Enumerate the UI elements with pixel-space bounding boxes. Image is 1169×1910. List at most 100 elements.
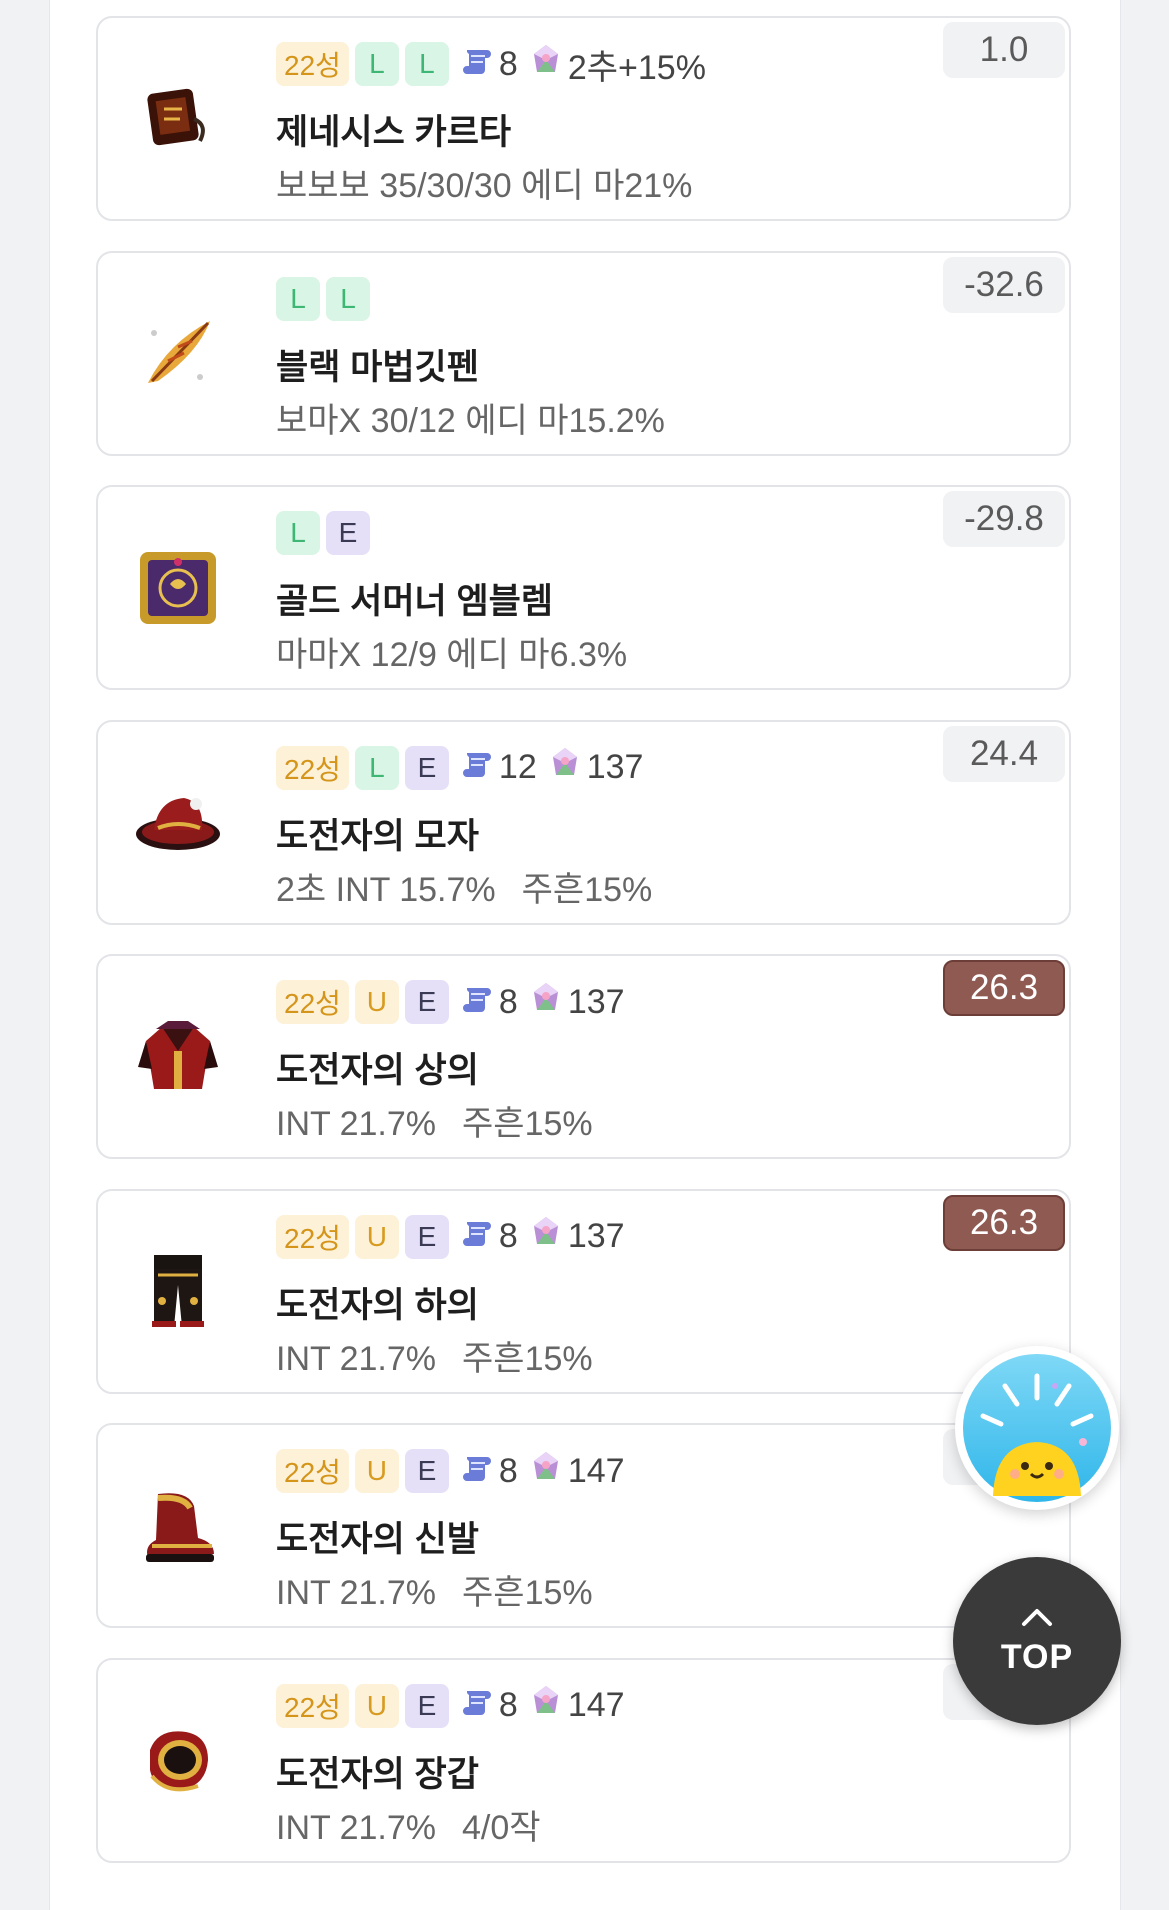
- additional-potential-grade-badge: E: [404, 980, 449, 1024]
- scroll-icon: [459, 1214, 495, 1259]
- scroll-upgrade-count: 8: [459, 1214, 518, 1259]
- equipment-card[interactable]: L E 골드 서머너 엠블렘마마X 12/9 에디 마6.3% -29.8: [96, 485, 1071, 690]
- equipment-card[interactable]: 22성 L L 8 2추+15% 제네시스 카르타 보보보 35/30/30 에디 마21%…: [96, 16, 1071, 221]
- item-name: 골드 서머너 엠블렘: [276, 582, 554, 621]
- item-name: 도전자의 신발: [276, 1520, 479, 1559]
- score-badge: 24.4: [943, 725, 1065, 782]
- score-badge: -32.6: [943, 256, 1065, 313]
- scroll-upgrade-count: 8: [459, 1683, 518, 1728]
- option-text: INT 21.7%: [276, 1339, 437, 1378]
- equipment-card[interactable]: L L 블랙 마법깃펜 보마X 30/12 에디 마15.2% -32.6: [96, 250, 1071, 456]
- scroll-upgrade-count: 8: [459, 980, 518, 1025]
- item-name: 도전자의 모자: [276, 816, 479, 856]
- scroll-icon: [459, 1683, 495, 1728]
- sun-character-icon: [963, 1354, 1111, 1502]
- scroll-icon: [459, 980, 495, 1025]
- top-label: TOP: [1000, 1637, 1074, 1676]
- option-text: 4/0작: [462, 1808, 541, 1847]
- scroll-count-text: 8: [498, 1686, 518, 1724]
- potential-grade-badge: U: [354, 980, 399, 1024]
- item-tags: 22성 U E 8 137: [276, 980, 625, 1024]
- item-tags: LE: [276, 511, 370, 555]
- item-option-summary: 보마X 30/12 에디 마15.2%: [276, 393, 665, 442]
- additional-option-value: 147: [528, 1449, 625, 1494]
- hat-icon: [128, 772, 228, 872]
- starforce-badge: 22성: [276, 1214, 349, 1259]
- equipment-card[interactable]: 22성 U E 8 147 도전자의 장갑 INT 21.7% 4/0작: [96, 1657, 1071, 1863]
- flame-gem-icon: [528, 1214, 564, 1259]
- scroll-count-text: 12: [498, 748, 537, 786]
- potential-grade-badge: L: [276, 511, 320, 555]
- flame-gem-icon: [528, 1683, 564, 1728]
- option-text: 주흔15%: [462, 1105, 593, 1143]
- starforce-badge: 22성: [276, 1449, 349, 1493]
- equipment-card[interactable]: 22성 U E 8 137 도전자의 상의 INT 21.7% 주흔15% 26.3: [96, 954, 1071, 1159]
- flame-value-text: 137: [567, 1217, 625, 1255]
- item-option-summary: INT 21.7% 주흔15%: [276, 1565, 593, 1614]
- additional-option-value: 147: [528, 1683, 625, 1728]
- scroll-icon: [459, 745, 495, 790]
- item-tags: 22성 L L 8 2추+15%: [276, 40, 706, 89]
- potential-grade-badge: U: [354, 1214, 399, 1259]
- additional-potential-grade-badge: L: [326, 276, 370, 321]
- option-text: 보보보 35/30/30 에디 마21%: [276, 167, 693, 205]
- item-option-summary: 마마X 12/9 에디 마6.3%: [276, 627, 627, 676]
- option-text: 마마X 12/9 에디 마6.3%: [276, 636, 628, 674]
- option-text: 주흔15%: [462, 1339, 593, 1378]
- item-option-summary: INT 21.7% 주흔15%: [276, 1331, 593, 1380]
- scroll-icon: [459, 42, 495, 87]
- genesis-karta-icon: [128, 69, 228, 169]
- scroll-upgrade-count: 12: [459, 745, 537, 790]
- additional-potential-grade-badge: E: [404, 745, 449, 790]
- item-option-summary: 보보보 35/30/30 에디 마21%: [276, 158, 692, 207]
- flame-value-text: 147: [567, 1451, 625, 1490]
- score-badge: 26.3: [943, 960, 1065, 1016]
- option-text: INT 21.7%: [276, 1105, 437, 1143]
- equipment-card[interactable]: 22성 L E 12 137 도전자의 모자 2초 INT 15.7% 주흔15% 24.4: [96, 719, 1071, 925]
- emblem-icon: [128, 538, 228, 638]
- additional-option-value: 137: [528, 980, 625, 1025]
- starforce-badge: 22성: [276, 980, 349, 1024]
- flame-value-text: 137: [567, 982, 625, 1021]
- additional-option-value: 2추+15%: [528, 40, 706, 89]
- magic-quill-icon: [128, 303, 228, 403]
- item-tags: 22성 U E 8 147: [276, 1683, 625, 1728]
- shoes-icon: [128, 1476, 228, 1576]
- item-tags: 22성 U E 8 137: [276, 1214, 625, 1259]
- additional-option-value: 137: [547, 745, 643, 790]
- scroll-top-button[interactable]: TOP: [953, 1557, 1121, 1725]
- chevron-up-icon: [1022, 1608, 1052, 1626]
- option-text: 2초 INT 15.7%: [276, 870, 496, 909]
- item-name: 제네시스 카르타: [276, 113, 512, 152]
- score-badge: 1.0: [943, 22, 1065, 78]
- additional-potential-grade-badge: L: [404, 42, 449, 86]
- event-floating-button[interactable]: [955, 1346, 1119, 1510]
- potential-grade-badge: L: [354, 745, 399, 790]
- flame-gem-icon: [528, 42, 564, 87]
- top-armor-icon: [128, 1007, 228, 1107]
- potential-grade-badge: L: [276, 276, 320, 321]
- flame-value-text: 147: [567, 1686, 625, 1724]
- scroll-count-text: 8: [498, 1217, 518, 1255]
- score-badge: -29.8: [943, 491, 1065, 547]
- starforce-badge: 22성: [276, 745, 349, 790]
- score-badge: 26.3: [943, 1194, 1065, 1251]
- equipment-card[interactable]: 22성 U E 8 147 도전자의 신발 INT 21.7% 주흔15%: [96, 1423, 1071, 1628]
- potential-grade-badge: U: [354, 1449, 399, 1493]
- item-name: 도전자의 장갑: [276, 1754, 479, 1794]
- flame-gem-icon: [528, 980, 564, 1025]
- additional-potential-grade-badge: E: [404, 1449, 449, 1493]
- item-name: 도전자의 상의: [276, 1051, 479, 1090]
- scroll-count-text: 8: [498, 44, 518, 83]
- item-name: 도전자의 하의: [276, 1285, 479, 1325]
- potential-grade-badge: L: [354, 42, 399, 86]
- option-text: 주흔15%: [462, 1574, 593, 1612]
- scroll-upgrade-count: 8: [459, 1449, 518, 1494]
- option-text: 주흔15%: [521, 870, 653, 909]
- item-option-summary: INT 21.7% 4/0작: [276, 1800, 541, 1849]
- flame-gem-icon: [547, 745, 583, 790]
- equipment-card[interactable]: 22성 U E 8 137 도전자의 하의 INT 21.7% 주흔15% 26.3: [96, 1188, 1071, 1394]
- bottom-armor-icon: [128, 1241, 228, 1341]
- item-tags: 22성 U E 8 147: [276, 1449, 625, 1493]
- scroll-upgrade-count: 8: [459, 42, 518, 87]
